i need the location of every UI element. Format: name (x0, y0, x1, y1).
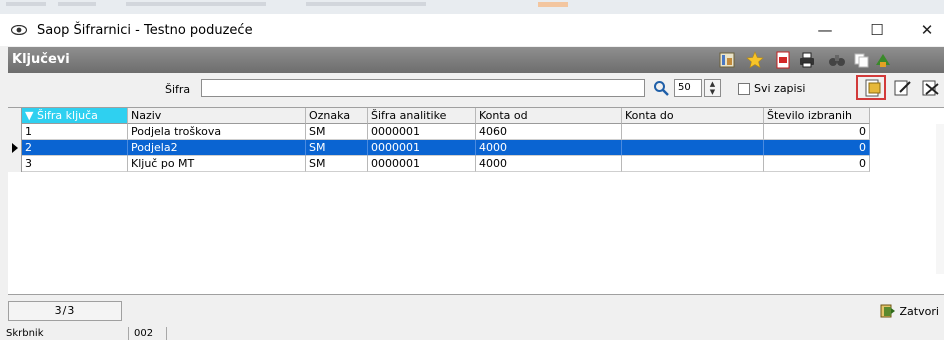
show-all-label: Svi zapisi (754, 82, 806, 95)
minimize-button[interactable]: — (808, 18, 842, 42)
record-count-spinner[interactable]: ▲ ▼ (704, 79, 721, 97)
column-header-stevilo[interactable]: Število izbranih (764, 108, 870, 124)
filter-label: Šifra (165, 83, 191, 96)
print-icon[interactable] (798, 51, 816, 69)
table-header: ▼ Šifra ključa Naziv Oznaka Šifra analit… (8, 108, 944, 124)
show-all-checkbox[interactable] (738, 83, 750, 95)
close-door-icon (880, 304, 895, 318)
title-bar: Saop Šifrarnici - Testno poduzeće — ☐ ✕ (0, 14, 944, 46)
cell-oznaka: SM (306, 124, 368, 140)
cell-konta-do (622, 140, 764, 156)
table-row[interactable]: 3 Ključ po MT SM 0000001 4000 0 (8, 156, 944, 172)
cell-stevilo: 0 (764, 156, 870, 172)
cell-oznaka: SM (306, 140, 368, 156)
row-indicator-current[interactable] (8, 140, 22, 156)
table-row[interactable]: 1 Podjela troškova SM 0000001 4060 0 (8, 124, 944, 140)
search-icon[interactable] (653, 80, 669, 96)
status-bar: Skrbnik 002 (0, 327, 944, 340)
vertical-scrollbar[interactable] (936, 124, 944, 274)
column-header-konta-od[interactable]: Konta od (476, 108, 622, 124)
close-label: Zatvori (899, 305, 939, 318)
column-header-analitika[interactable]: Šifra analitike (368, 108, 476, 124)
cell-oznaka: SM (306, 156, 368, 172)
column-header-oznaka[interactable]: Oznaka (306, 108, 368, 124)
panel-title: Ključevi (12, 52, 70, 67)
row-indicator[interactable] (8, 156, 22, 172)
background-window-strip (0, 0, 944, 14)
column-header-sifra[interactable]: ▼ Šifra ključa (22, 108, 128, 124)
cell-sifra: 2 (22, 140, 128, 156)
cell-naziv: Podjela2 (128, 140, 306, 156)
highlight-box (856, 75, 886, 100)
search-input[interactable] (201, 79, 645, 97)
delete-record-icon[interactable] (920, 78, 942, 98)
export-icon[interactable] (874, 51, 892, 69)
favorite-star-icon[interactable] (746, 51, 764, 69)
record-count-input[interactable]: 50 (674, 79, 702, 97)
columns-icon[interactable] (718, 51, 736, 69)
record-counter: 3/3 (8, 301, 122, 321)
cell-analitika: 0000001 (368, 156, 476, 172)
close-button[interactable]: Zatvori (880, 303, 944, 321)
edit-record-icon[interactable] (892, 78, 914, 98)
cell-analitika: 0000001 (368, 140, 476, 156)
cell-stevilo: 0 (764, 124, 870, 140)
cell-konta-od: 4060 (476, 124, 622, 140)
cell-stevilo: 0 (764, 140, 870, 156)
binoculars-icon[interactable] (828, 51, 846, 69)
cell-naziv: Podjela troškova (128, 124, 306, 140)
copy-disabled-icon[interactable] (852, 51, 870, 69)
cell-konta-do (622, 156, 764, 172)
status-user-label: Skrbnik (6, 328, 44, 339)
status-code: 002 (134, 328, 154, 339)
cell-konta-od: 4000 (476, 140, 622, 156)
column-header-konta-do[interactable]: Konta do (622, 108, 764, 124)
row-indicator-header (8, 108, 22, 124)
window-title: Saop Šifrarnici - Testno poduzeće (37, 23, 253, 38)
pdf-icon[interactable] (774, 51, 792, 69)
cell-analitika: 0000001 (368, 124, 476, 140)
cell-konta-do (622, 124, 764, 140)
panel-header: Ključevi (8, 47, 944, 73)
row-indicator[interactable] (8, 124, 22, 140)
close-window-button[interactable]: ✕ (910, 18, 944, 42)
table-row-selected[interactable]: 2 Podjela2 SM 0000001 4000 0 (8, 140, 944, 156)
cell-konta-od: 4000 (476, 156, 622, 172)
current-row-arrow-icon (12, 143, 18, 153)
cell-sifra: 1 (22, 124, 128, 140)
cell-naziv: Ključ po MT (128, 156, 306, 172)
data-grid[interactable]: ▼ Šifra ključa Naziv Oznaka Šifra analit… (8, 107, 944, 295)
eye-icon (11, 25, 27, 35)
cell-sifra: 3 (22, 156, 128, 172)
column-header-naziv[interactable]: Naziv (128, 108, 306, 124)
maximize-button[interactable]: ☐ (860, 18, 894, 42)
